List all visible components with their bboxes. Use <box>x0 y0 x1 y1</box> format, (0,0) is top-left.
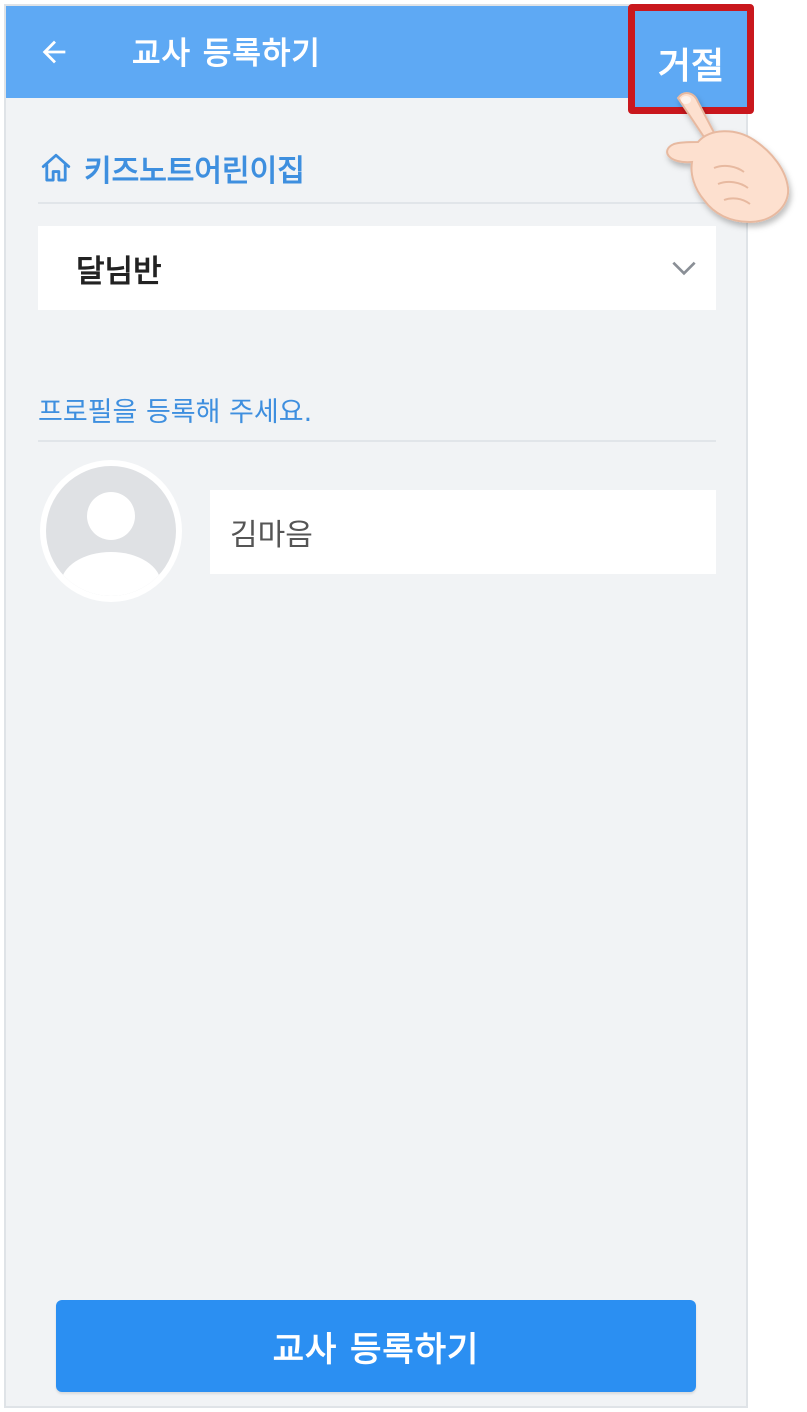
divider <box>38 202 716 204</box>
pointing-hand-icon <box>666 92 790 224</box>
class-select-value: 달님반 <box>76 253 162 290</box>
school-name-row: 키즈노트어린이집 <box>38 146 305 190</box>
profile-avatar[interactable] <box>40 460 182 602</box>
home-icon <box>41 153 71 182</box>
school-name: 키즈노트어린이집 <box>84 154 305 189</box>
profile-prompt: 프로필을 등록해 주세요. <box>38 397 313 428</box>
phone-screen: 교사 등록하기 거절 키즈노트어린이집 달님반 프로필을 등록해 주세요. 김마… <box>4 4 790 1408</box>
register-teacher-button[interactable]: 교사 등록하기 <box>56 1300 696 1392</box>
class-select[interactable]: 달님반 <box>38 226 716 310</box>
arrow-left-icon <box>42 40 66 64</box>
divider <box>38 440 716 442</box>
user-silhouette-icon <box>46 466 176 596</box>
chevron-down-icon <box>672 261 696 276</box>
page-title: 교사 등록하기 <box>132 36 321 72</box>
teacher-name-field[interactable] <box>210 490 716 574</box>
reject-button[interactable]: 거절 <box>635 37 747 89</box>
back-button[interactable] <box>26 24 82 80</box>
